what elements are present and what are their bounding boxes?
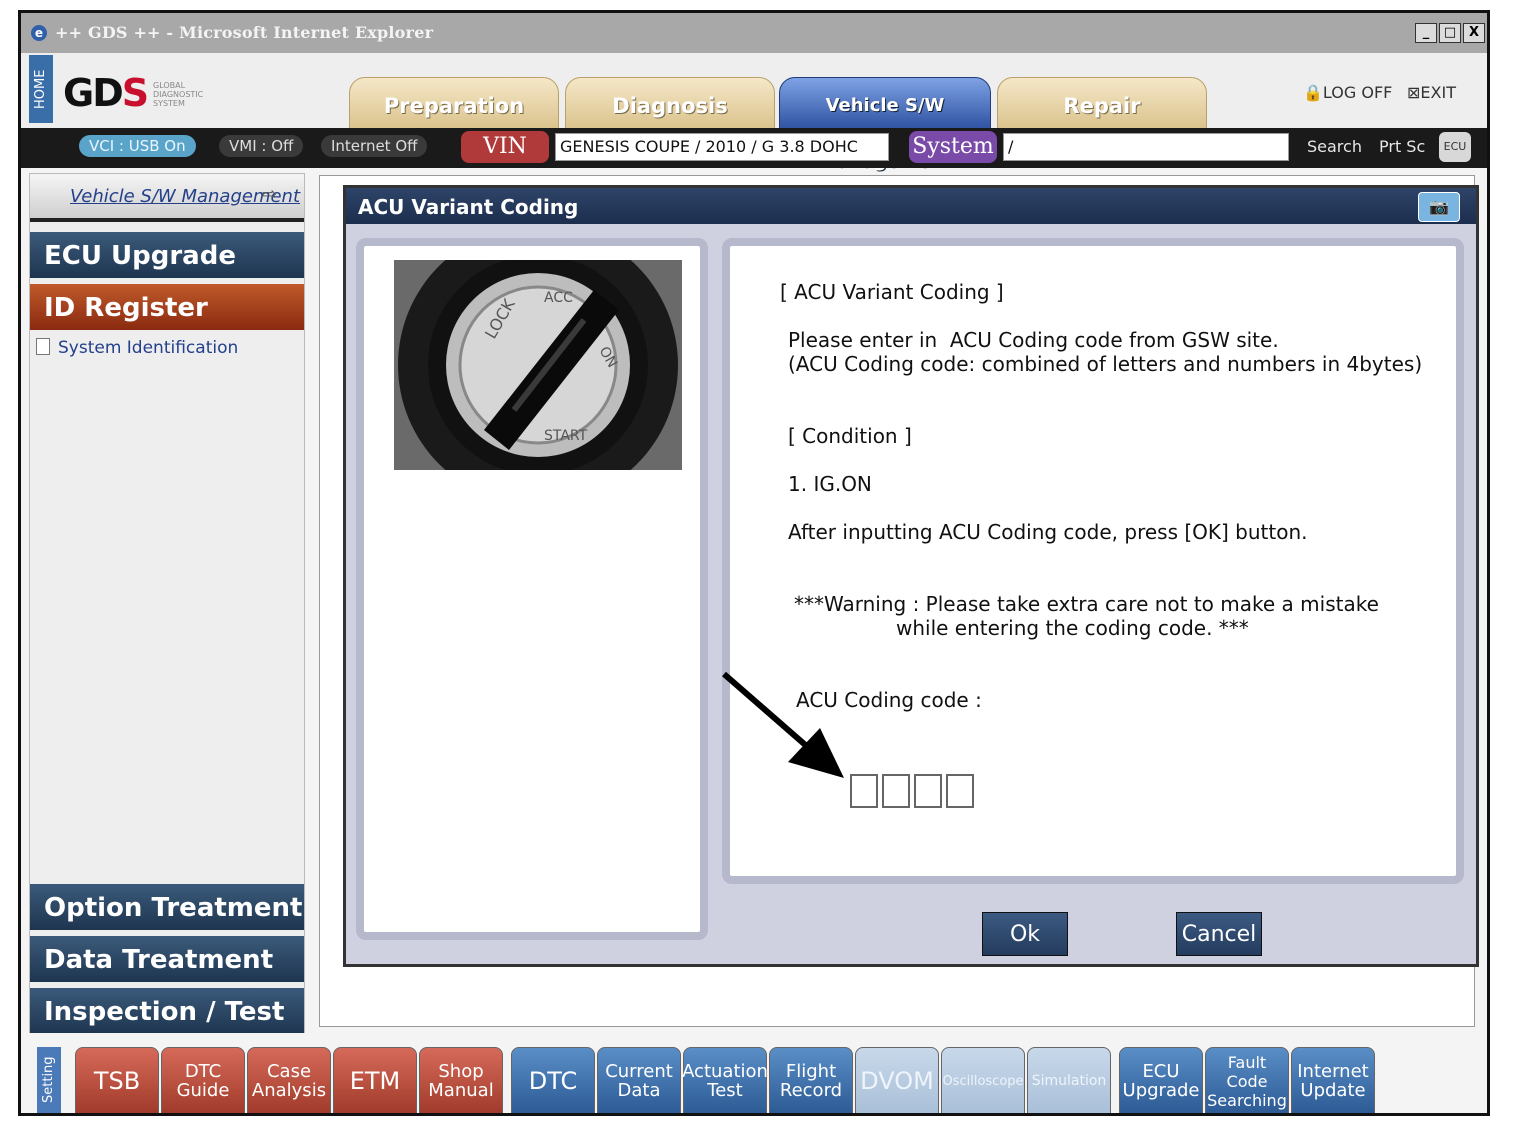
sidebar-item-inspection-test[interactable]: Inspection / Test: [30, 988, 304, 1034]
svg-text:START: START: [544, 428, 588, 444]
simulation-button[interactable]: Simulation: [1027, 1047, 1111, 1113]
sidebar-sub-label: System Identification: [58, 338, 239, 358]
search-button[interactable]: Search: [1307, 137, 1362, 156]
etm-button[interactable]: ETM: [333, 1047, 417, 1113]
vin-field[interactable]: GENESIS COUPE / 2010 / G 3.8 DOHC: [555, 133, 889, 161]
sidebar: Vehicle S/W Management ⇨ ECU Upgrade ID …: [29, 173, 305, 1043]
camera-icon[interactable]: 📷: [1418, 192, 1460, 222]
sidebar-item-ecu-upgrade[interactable]: ECU Upgrade: [30, 232, 304, 278]
logo-subtitle: GLOBAL DIAGNOSTIC SYSTEM: [153, 81, 204, 108]
exit-link[interactable]: ⊠EXIT: [1407, 83, 1456, 102]
case-analysis-button[interactable]: Case Analysis: [247, 1047, 331, 1113]
pointer-arrow-icon: [722, 671, 844, 778]
print-screen-button[interactable]: Prt Sc: [1379, 137, 1425, 156]
instruction-line-2: (ACU Coding code: combined of letters an…: [788, 352, 1423, 376]
maximize-button[interactable]: □: [1439, 23, 1461, 43]
shop-manual-button[interactable]: Shop Manual: [419, 1047, 503, 1113]
after-input-text: After inputting ACU Coding code, press […: [788, 520, 1308, 544]
status-toolbar: VCI : USB On VMI : Off Internet Off VIN …: [21, 128, 1487, 168]
bottom-toolbar: Setting TSB DTC Guide Case Analysis ETM …: [29, 1033, 1481, 1113]
ecu-icon[interactable]: ECU: [1439, 132, 1471, 162]
close-button[interactable]: X: [1463, 23, 1485, 43]
fault-code-searching-button[interactable]: Fault Code Searching: [1205, 1047, 1289, 1113]
ie-icon: e: [31, 25, 47, 41]
dialog-title: ACU Variant Coding: [358, 195, 579, 219]
home-button[interactable]: HOME: [29, 55, 53, 123]
tab-vehicle-sw-management[interactable]: Vehicle S/W Management: [779, 77, 991, 172]
flight-record-button[interactable]: Flight Record: [769, 1047, 853, 1113]
lock-icon: 🔒: [1303, 83, 1323, 102]
minimize-button[interactable]: _: [1415, 23, 1437, 43]
dvom-button[interactable]: DVOM: [855, 1047, 939, 1113]
internet-status[interactable]: Internet Off: [321, 135, 428, 157]
code-box-1[interactable]: [850, 774, 878, 808]
svg-text:ACC: ACC: [544, 290, 573, 306]
setting-button[interactable]: Setting: [37, 1047, 61, 1113]
sidebar-item-system-identification[interactable]: System Identification: [36, 338, 238, 358]
system-button[interactable]: System: [909, 131, 997, 163]
gds-logo: GDS: [63, 71, 149, 115]
logoff-link[interactable]: 🔒LOG OFF: [1303, 83, 1392, 102]
vci-status[interactable]: VCI : USB On: [79, 135, 196, 157]
condition-item: 1. IG.ON: [788, 472, 872, 496]
dialog-heading: [ ACU Variant Coding ]: [780, 280, 1004, 304]
app-header: HOME GDS GLOBAL DIAGNOSTIC SYSTEM Prepar…: [21, 53, 1487, 172]
cancel-button[interactable]: Cancel: [1176, 912, 1262, 956]
actuation-test-button[interactable]: Actuation Test: [682, 1047, 768, 1113]
arrow-right-icon: ⇨: [262, 184, 278, 205]
current-data-button[interactable]: Current Data: [597, 1047, 681, 1113]
acu-variant-coding-dialog: ACU Variant Coding 📷 LOCK ACC ON START […: [343, 185, 1479, 967]
sidebar-item-option-treatment[interactable]: Option Treatment: [30, 884, 304, 930]
ok-button[interactable]: Ok: [982, 912, 1068, 956]
dtc-guide-button[interactable]: DTC Guide: [161, 1047, 245, 1113]
sidebar-item-id-register[interactable]: ID Register: [30, 284, 304, 330]
instruction-line-1: Please enter in ACU Coding code from GSW…: [788, 328, 1279, 352]
warning-line-1: ***Warning : Please take extra care not …: [794, 592, 1379, 616]
title-bar: e ++ GDS ++ - Microsoft Internet Explore…: [21, 13, 1487, 54]
document-icon: [36, 338, 50, 355]
ecu-upgrade-button[interactable]: ECU Upgrade: [1119, 1047, 1203, 1113]
sidebar-header[interactable]: Vehicle S/W Management ⇨: [30, 174, 304, 222]
tab-preparation[interactable]: Preparation: [349, 77, 559, 132]
sidebar-item-data-treatment[interactable]: Data Treatment: [30, 936, 304, 982]
internet-update-button[interactable]: Internet Update: [1291, 1047, 1375, 1113]
oscilloscope-button[interactable]: Oscilloscope: [941, 1047, 1025, 1113]
image-panel: LOCK ACC ON START: [356, 238, 708, 940]
system-field[interactable]: /: [1003, 133, 1289, 161]
vin-button[interactable]: VIN: [461, 131, 549, 163]
ignition-key-image: LOCK ACC ON START: [394, 260, 682, 470]
condition-heading: [ Condition ]: [788, 424, 912, 448]
dtc-button[interactable]: DTC: [511, 1047, 595, 1113]
tab-repair[interactable]: Repair: [997, 77, 1207, 132]
code-box-3[interactable]: [914, 774, 942, 808]
exit-label: EXIT: [1420, 83, 1456, 102]
logoff-label: LOG OFF: [1322, 83, 1393, 102]
close-box-icon: ⊠: [1407, 83, 1421, 102]
window-title: ++ GDS ++ - Microsoft Internet Explorer: [55, 23, 434, 42]
tsb-button[interactable]: TSB: [75, 1047, 159, 1113]
instruction-panel: [ ACU Variant Coding ] Please enter in A…: [722, 238, 1464, 884]
code-box-4[interactable]: [946, 774, 974, 808]
dialog-title-bar: ACU Variant Coding 📷: [346, 188, 1476, 224]
tab-diagnosis[interactable]: Diagnosis: [565, 77, 775, 132]
app-window: e ++ GDS ++ - Microsoft Internet Explore…: [18, 10, 1490, 1116]
warning-line-2: while entering the coding code. ***: [896, 616, 1249, 640]
vmi-status[interactable]: VMI : Off: [219, 135, 304, 157]
code-box-2[interactable]: [882, 774, 910, 808]
